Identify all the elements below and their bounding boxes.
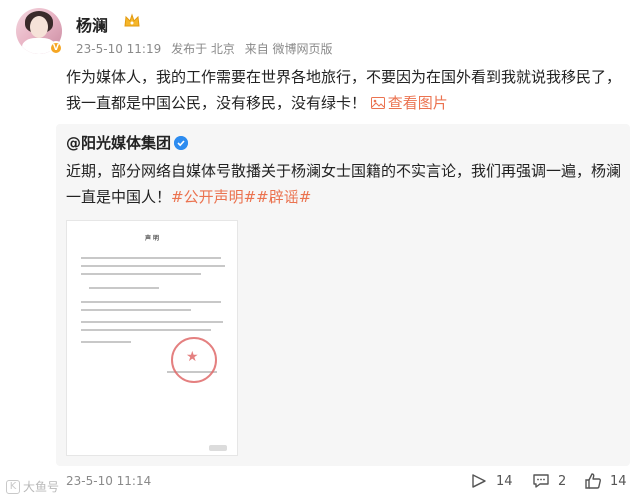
- see-picture-link[interactable]: 查看图片: [370, 94, 448, 112]
- post-footer: 23-5-10 11:14 14 2 14: [0, 468, 640, 500]
- statement-document-image[interactable]: 声 明: [66, 220, 238, 456]
- comment-count: 2: [558, 473, 567, 489]
- brand-watermark: K 大鱼号: [6, 478, 59, 495]
- footer-time[interactable]: 23-5-10 11:14: [66, 474, 151, 488]
- brand-logo-icon: K: [6, 479, 20, 494]
- repost-icon: [472, 474, 486, 488]
- repost-button[interactable]: 14: [470, 470, 513, 492]
- red-seal-stamp: [171, 337, 217, 383]
- crown-icon: [124, 13, 140, 27]
- hashtag-link[interactable]: #公开声明##辟谣#: [171, 188, 311, 206]
- doc-line: [81, 265, 225, 267]
- comment-icon: [533, 474, 549, 488]
- reposted-card[interactable]: @阳光媒体集团 近期，部分网络自媒体号散播关于杨澜女士国籍的不实言论，我们再强调…: [56, 124, 630, 466]
- post-source: 来自 微博网页版: [244, 42, 333, 56]
- doc-line: [81, 321, 223, 323]
- doc-line: [81, 273, 201, 275]
- repost-author[interactable]: @阳光媒体集团: [66, 132, 171, 153]
- post-location: 发布于 北京: [171, 42, 235, 56]
- doc-line: [81, 257, 221, 259]
- image-watermark: [209, 445, 227, 451]
- doc-line: [81, 309, 191, 311]
- repost-body: 近期，部分网络自媒体号散播关于杨澜女士国籍的不实言论，我们再强调一遍，杨澜一直是…: [66, 158, 622, 210]
- like-count: 14: [610, 473, 627, 489]
- author-name[interactable]: 杨澜: [76, 12, 108, 36]
- verified-badge-icon: V: [49, 41, 63, 55]
- brand-label: 大鱼号: [23, 480, 60, 494]
- post-meta: 23-5-10 11:19 发布于 北京 来自 微博网页版: [76, 40, 339, 57]
- repost-text: 近期，部分网络自媒体号散播关于杨澜女士国籍的不实言论，我们再强调一遍，杨澜一直是…: [66, 162, 622, 206]
- comment-button[interactable]: 2: [532, 470, 566, 492]
- blue-verified-icon: [174, 136, 188, 150]
- repost-count: 14: [496, 473, 513, 489]
- see-picture-label: 查看图片: [387, 94, 448, 112]
- post-header: V 杨澜 23-5-10 11:19 发布于 北京 来自 微博网页版: [16, 8, 624, 64]
- like-button[interactable]: 14: [584, 470, 627, 492]
- doc-line: [81, 301, 221, 303]
- doc-line: [89, 287, 159, 289]
- post-body: 作为媒体人，我的工作需要在世界各地旅行，不要因为在国外看到我就说我移民了，我一直…: [66, 64, 628, 116]
- doc-line: [81, 341, 131, 343]
- doc-line: [81, 329, 211, 331]
- post-time[interactable]: 23-5-10 11:19: [76, 42, 161, 56]
- document-title: 声 明: [144, 235, 160, 242]
- thumbs-up-icon: [585, 473, 601, 489]
- picture-icon: [370, 97, 385, 109]
- avatar-face: [30, 16, 48, 38]
- post-text: 作为媒体人，我的工作需要在世界各地旅行，不要因为在国外看到我就说我移民了，我一直…: [66, 68, 622, 112]
